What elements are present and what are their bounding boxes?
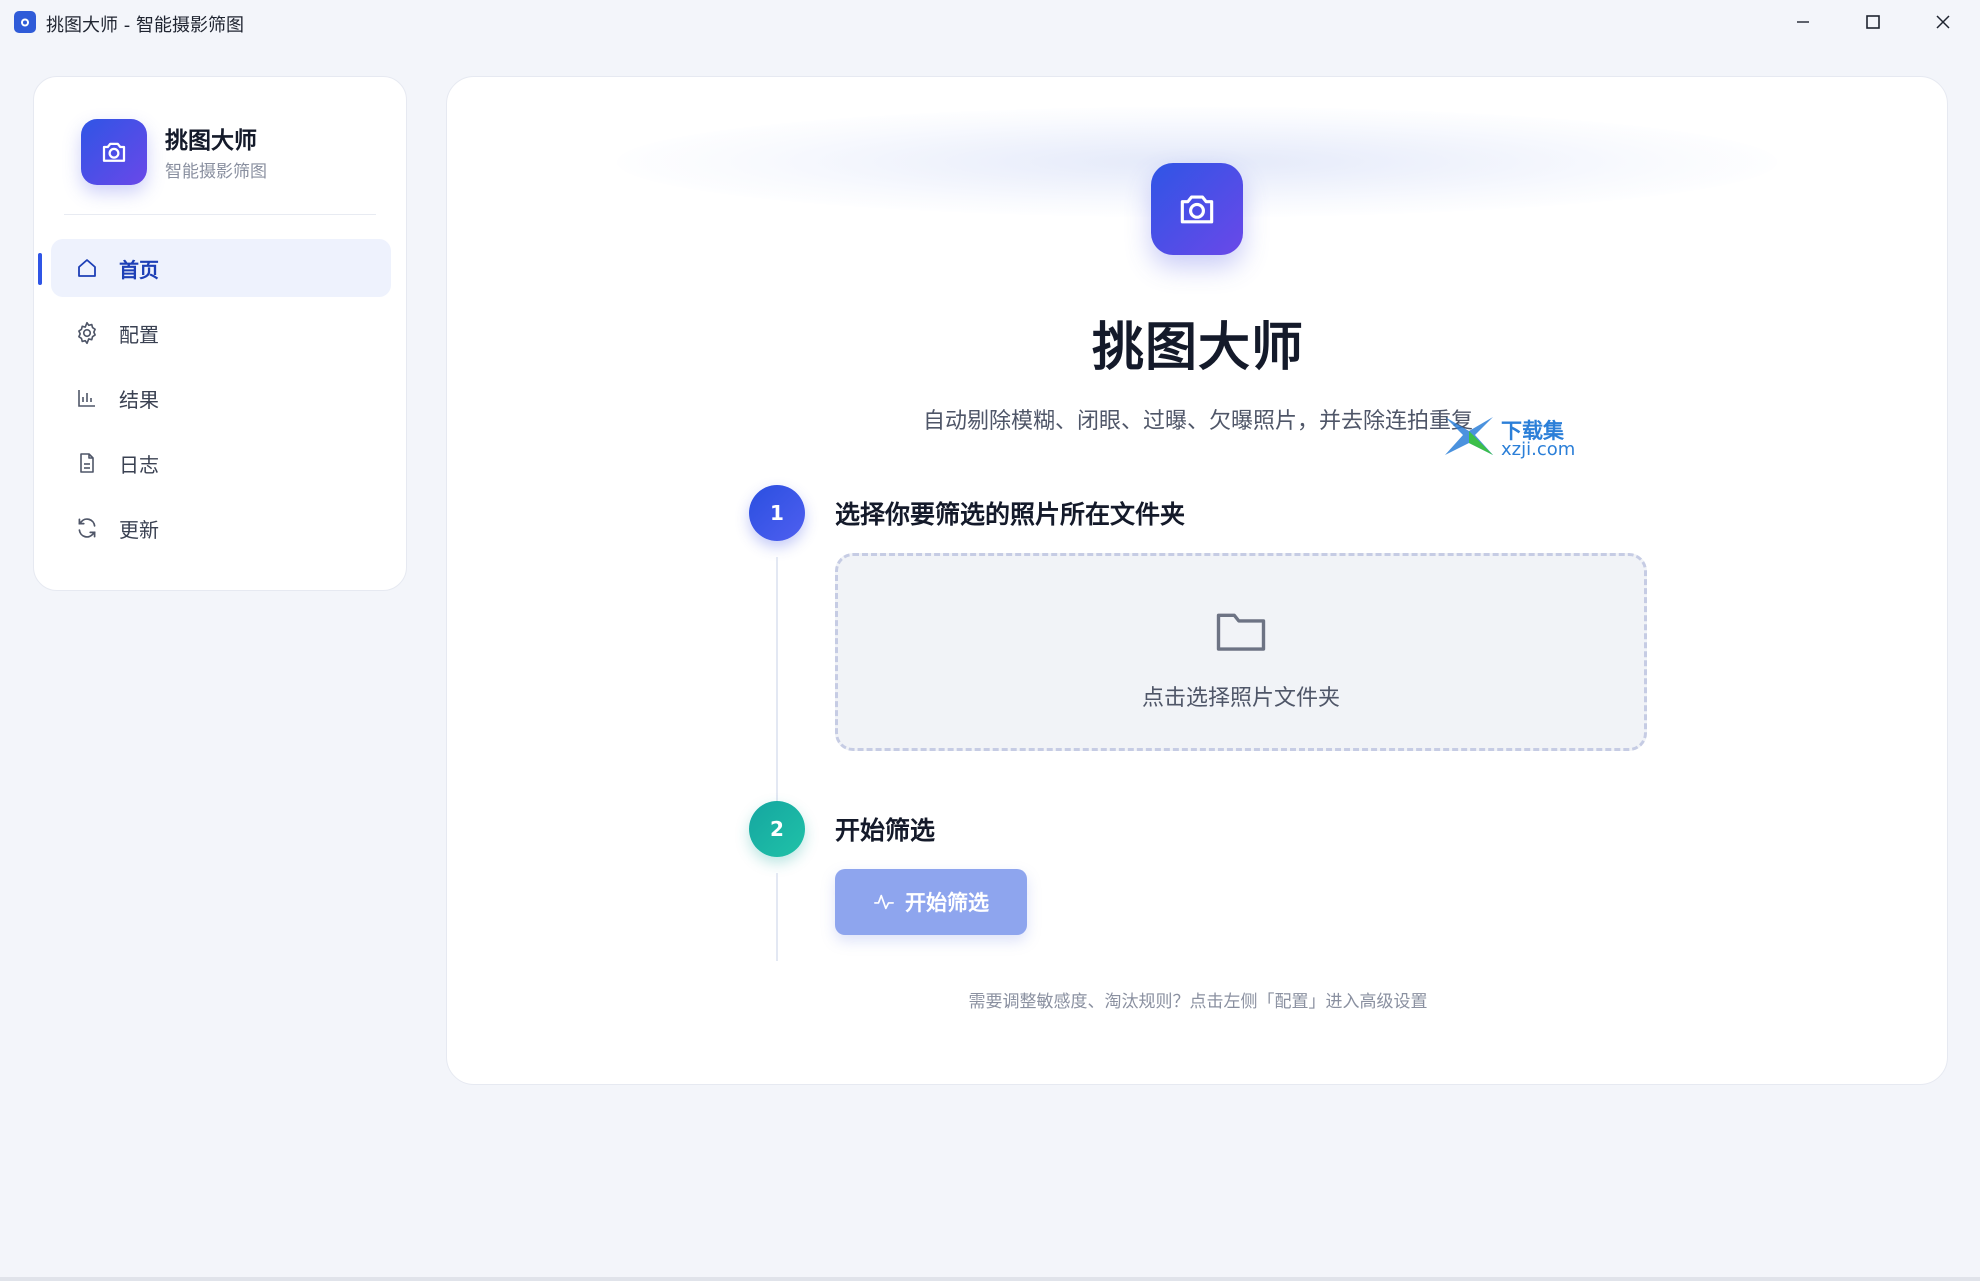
home-icon — [73, 254, 101, 282]
maximize-icon — [1866, 15, 1880, 29]
step-2-badge: 2 — [749, 801, 805, 857]
sidebar-item-home[interactable]: 首页 — [51, 239, 391, 297]
start-filter-label: 开始筛选 — [905, 891, 989, 915]
sidebar-item-label: 日志 — [119, 452, 159, 477]
close-icon — [1936, 15, 1950, 29]
app-icon — [14, 11, 36, 33]
hero-logo — [1151, 163, 1243, 255]
close-button[interactable] — [1908, 0, 1978, 44]
sidebar-item-results[interactable]: 结果 — [51, 369, 391, 427]
step-1-title: 选择你要筛选的照片所在文件夹 — [835, 500, 1186, 529]
sidebar-item-logs[interactable]: 日志 — [51, 434, 391, 492]
page-subtitle: 自动剔除模糊、闭眼、过曝、欠曝照片，并去除连拍重复 — [922, 409, 1473, 434]
step-connector — [776, 557, 778, 837]
bar-chart-icon — [73, 384, 101, 412]
document-icon — [73, 449, 101, 477]
maximize-button[interactable] — [1838, 0, 1908, 44]
sidebar-item-label: 首页 — [119, 257, 159, 282]
sidebar-item-config[interactable]: 配置 — [51, 304, 391, 362]
sidebar-item-label: 结果 — [119, 387, 159, 412]
title-bar: 挑图大师 - 智能摄影筛图 — [0, 0, 1980, 44]
brand-subtitle: 智能摄影筛图 — [165, 162, 267, 182]
sidebar-item-update[interactable]: 更新 — [51, 499, 391, 557]
sidebar-item-label: 配置 — [119, 322, 159, 347]
sidebar-item-label: 更新 — [119, 517, 159, 542]
sidebar-divider — [64, 214, 376, 215]
minimize-button[interactable] — [1768, 0, 1838, 44]
main-panel: 挑图大师 自动剔除模糊、闭眼、过曝、欠曝照片，并去除连拍重复 1 选择你要筛选的… — [446, 76, 1948, 1085]
folder-icon — [1216, 613, 1266, 651]
window-bottom-edge — [0, 1277, 1980, 1281]
brand-logo — [81, 119, 147, 185]
camera-icon — [102, 142, 126, 162]
activity-icon — [874, 894, 894, 910]
watermark: 下载集 xzji.com — [1441, 413, 1581, 465]
window-title: 挑图大师 - 智能摄影筛图 — [46, 15, 244, 36]
step-2-title: 开始筛选 — [835, 816, 936, 845]
config-hint: 需要调整敏感度、淘汰规则？点击左侧「配置」进入高级设置 — [968, 992, 1428, 1012]
step-1-badge: 1 — [749, 485, 805, 541]
watermark-url: xzji.com — [1501, 439, 1576, 460]
folder-dropzone[interactable]: 点击选择照片文件夹 — [835, 553, 1647, 751]
camera-icon — [1180, 195, 1214, 224]
minimize-icon — [1797, 21, 1809, 23]
sidebar: 挑图大师 智能摄影筛图 首页 配置 结果 日志 更新 — [33, 76, 407, 591]
dropzone-label: 点击选择照片文件夹 — [1141, 686, 1340, 711]
refresh-icon — [73, 514, 101, 542]
brand-name: 挑图大师 — [165, 128, 257, 154]
start-filter-button[interactable]: 开始筛选 — [835, 869, 1027, 935]
step-connector — [776, 873, 778, 961]
page-title: 挑图大师 — [1091, 318, 1304, 378]
gear-icon — [73, 319, 101, 347]
watermark-logo — [1445, 417, 1493, 455]
active-indicator — [38, 253, 42, 285]
